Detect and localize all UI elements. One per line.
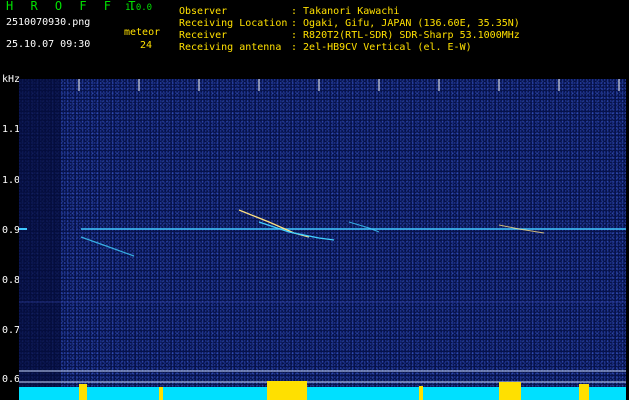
noise-peak — [267, 381, 307, 400]
observer-label: Observer — [179, 6, 228, 17]
khz-label: kHz — [2, 74, 21, 85]
location-label: Receiving Location — [179, 18, 288, 29]
filename: 2510070930.png — [6, 17, 91, 28]
datetime: 25.10.07 09:30 — [6, 39, 91, 50]
freq-tick: 0.8 — [2, 275, 21, 286]
meteor-label: meteor — [124, 27, 161, 38]
freq-tick: 0.7 — [2, 325, 21, 336]
left-blank-strip — [19, 79, 61, 400]
noise-peak — [419, 386, 423, 400]
freq-tick: 0.9 — [2, 225, 21, 236]
meteor-echo — [348, 221, 380, 233]
meteor-echo — [258, 221, 335, 241]
noise-peak — [579, 384, 589, 400]
app-title: H R O F F T — [6, 0, 141, 13]
meteor-echo — [80, 236, 135, 257]
noise-peak — [499, 382, 521, 400]
receiver-label: Receiver — [179, 30, 228, 41]
location-value: : Ogaki, Gifu, JAPAN (136.60E, 35.35N) — [291, 18, 520, 29]
freq-tick: 0.6 — [2, 374, 21, 385]
spectrogram-canvas — [19, 79, 626, 400]
noise-floor-bar — [19, 387, 626, 400]
observer-value: : Takanori Kawachi — [291, 6, 400, 17]
freq-tick: 1.0 — [2, 175, 21, 186]
meteor-echo — [238, 209, 310, 238]
app-version: 1.0.0 — [125, 3, 153, 13]
antenna-value: : 2el-HB9CV Vertical (el. E-W) — [291, 42, 472, 53]
noise-peak — [159, 387, 163, 400]
antenna-label: Receiving antenna — [179, 42, 282, 53]
freq-tick: 1.1 — [2, 124, 21, 135]
noise-peak — [79, 384, 87, 400]
receiver-value: : R820T2(RTL-SDR) SDR-Sharp 53.1000MHz — [291, 30, 520, 41]
meteor-count: 24 — [140, 40, 153, 51]
